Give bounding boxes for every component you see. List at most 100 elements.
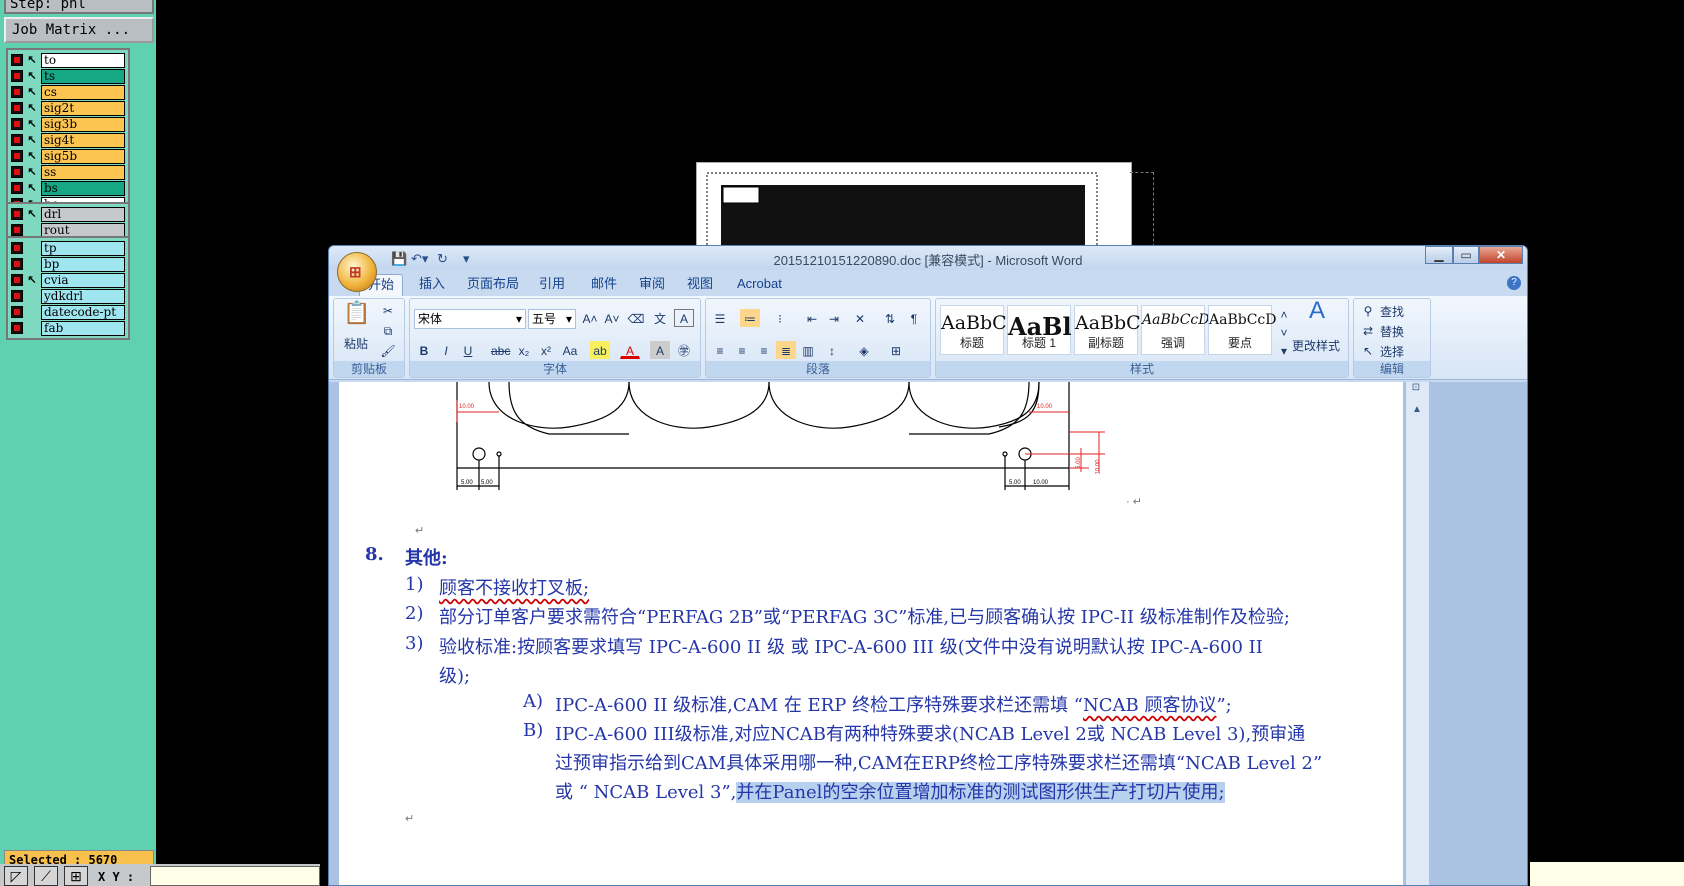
layer-row[interactable]: ydkdrl <box>11 288 125 304</box>
layer-toggle-icon[interactable] <box>11 86 23 98</box>
layer-affected-icon[interactable] <box>26 242 38 255</box>
layer-affected-icon[interactable]: ↖ <box>26 182 38 195</box>
layer-row[interactable]: bp <box>11 256 125 272</box>
layer-toggle-icon[interactable] <box>11 54 23 66</box>
help-icon[interactable]: ? <box>1507 276 1521 290</box>
layer-affected-icon[interactable]: ↖ <box>26 208 38 221</box>
distribute-icon[interactable]: ▥ <box>798 341 818 359</box>
layer-affected-icon[interactable]: ↖ <box>26 86 38 99</box>
change-styles-label[interactable]: 更改样式 <box>1292 337 1340 354</box>
layer-name[interactable]: to <box>41 52 125 68</box>
paste-icon[interactable]: 📋 <box>342 302 370 333</box>
numbering-icon[interactable]: ≔ <box>740 309 760 327</box>
ruler-toggle-icon[interactable]: ⊡ <box>1407 382 1425 398</box>
subscript-icon[interactable]: x₂ <box>514 341 534 359</box>
close-button[interactable]: ✕ <box>1479 246 1523 264</box>
layer-affected-icon[interactable]: ↖ <box>26 54 38 67</box>
increase-indent-icon[interactable]: ⇥ <box>824 309 844 327</box>
layer-row[interactable]: ↖ cs <box>11 84 125 100</box>
layer-row[interactable]: ↖ sig3b <box>11 116 125 132</box>
select-tool-icon[interactable]: ◸ <box>4 866 28 886</box>
shading-icon[interactable]: ◈ <box>854 341 874 359</box>
office-button[interactable]: ⊞ <box>337 252 377 292</box>
tab-4[interactable]: 邮件 <box>583 274 625 296</box>
layer-affected-icon[interactable] <box>26 290 38 303</box>
tab-2[interactable]: 页面布局 <box>459 274 527 296</box>
grid-tool-icon[interactable]: ⊞ <box>64 866 88 886</box>
layer-row[interactable]: ↖ bs <box>11 180 125 196</box>
tab-5[interactable]: 审阅 <box>631 274 673 296</box>
find-icon[interactable]: ⚲ <box>1358 301 1378 319</box>
justify-icon[interactable]: ≣ <box>776 341 796 359</box>
job-matrix-button[interactable]: Job Matrix ... <box>4 17 154 43</box>
asian-layout-icon[interactable]: ✕ <box>850 309 870 327</box>
layer-toggle-icon[interactable] <box>11 70 23 82</box>
layer-row[interactable]: ↖ ts <box>11 68 125 84</box>
style-option[interactable]: AaBbC 副标题 <box>1074 305 1141 355</box>
align-center-icon[interactable]: ≡ <box>732 341 752 359</box>
layer-toggle-icon[interactable] <box>11 224 23 236</box>
line-spacing-icon[interactable]: ↕ <box>822 341 842 359</box>
layer-toggle-icon[interactable] <box>11 166 23 178</box>
layer-affected-icon[interactable]: ↖ <box>26 166 38 179</box>
layer-toggle-icon[interactable] <box>11 134 23 146</box>
strikethrough-icon[interactable]: abc <box>490 341 510 359</box>
clear-format-icon[interactable]: ⌫ <box>626 309 646 327</box>
scroll-up-icon[interactable]: ▲ <box>1409 404 1425 418</box>
styles-scroll-up-icon[interactable]: ˄ <box>1278 305 1290 323</box>
style-option[interactable]: AaBl 标题 1 <box>1007 305 1072 355</box>
layer-toggle-icon[interactable] <box>11 306 23 318</box>
minimize-button[interactable]: ▁ <box>1425 246 1453 264</box>
zoom-tool-icon[interactable]: ⟋ <box>34 866 58 886</box>
shrink-font-icon[interactable]: A˅ <box>602 309 622 327</box>
layer-name[interactable]: sig5b <box>41 148 125 164</box>
style-option[interactable]: AaBbCcD 强调 <box>1141 305 1209 355</box>
tab-3[interactable]: 引用 <box>531 274 573 296</box>
layer-name[interactable]: sig2t <box>41 100 125 116</box>
layer-toggle-icon[interactable] <box>11 322 23 334</box>
bold-icon[interactable]: B <box>414 341 434 359</box>
tab-1[interactable]: 插入 <box>411 274 453 296</box>
layer-affected-icon[interactable]: ↖ <box>26 118 38 131</box>
layer-affected-icon[interactable]: ↖ <box>26 134 38 147</box>
layer-name[interactable]: cvia <box>41 272 125 288</box>
tab-6[interactable]: 视图 <box>679 274 721 296</box>
highlight-icon[interactable]: ab <box>590 341 610 359</box>
layer-toggle-icon[interactable] <box>11 274 23 286</box>
layer-affected-icon[interactable]: ↖ <box>26 150 38 163</box>
underline-icon[interactable]: U <box>458 341 478 359</box>
maximize-button[interactable]: ▭ <box>1453 246 1479 264</box>
layer-name[interactable]: cs <box>41 84 125 100</box>
phonetic-icon[interactable]: 文 <box>650 309 670 327</box>
layer-affected-icon[interactable] <box>26 322 38 335</box>
cut-icon[interactable]: ✂ <box>378 301 398 319</box>
layer-toggle-icon[interactable] <box>11 258 23 270</box>
styles-scroll-down-icon[interactable]: ˅ <box>1278 323 1290 341</box>
layer-affected-icon[interactable] <box>26 224 38 237</box>
font-color-icon[interactable]: A <box>620 341 640 359</box>
layer-name[interactable]: ss <box>41 164 125 180</box>
layer-row[interactable]: ↖ drl <box>11 206 125 222</box>
layer-toggle-icon[interactable] <box>11 242 23 254</box>
enclose-char-icon[interactable]: ㊫ <box>674 341 694 359</box>
layer-toggle-icon[interactable] <box>11 182 23 194</box>
layer-name[interactable]: sig4t <box>41 132 125 148</box>
bullets-icon[interactable]: ☰ <box>710 309 730 327</box>
char-shading-icon[interactable]: A <box>650 341 670 359</box>
tab-7[interactable]: Acrobat <box>729 274 790 296</box>
layer-name[interactable]: ydkdrl <box>41 288 125 304</box>
styles-more-icon[interactable]: ▾ <box>1278 341 1290 359</box>
layer-name[interactable]: sig3b <box>41 116 125 132</box>
layer-name[interactable]: ts <box>41 68 125 84</box>
select-button[interactable]: 选择 <box>1380 343 1404 360</box>
layer-row[interactable]: ↖ sig2t <box>11 100 125 116</box>
layer-name[interactable]: datecode-pt <box>41 304 125 320</box>
layer-row[interactable]: ↖ cvia <box>11 272 125 288</box>
layer-toggle-icon[interactable] <box>11 102 23 114</box>
layer-name[interactable]: fab <box>41 320 125 336</box>
italic-icon[interactable]: I <box>436 341 456 359</box>
layer-row[interactable]: ↖ to <box>11 52 125 68</box>
layer-affected-icon[interactable]: ↖ <box>26 70 38 83</box>
paste-label[interactable]: 粘贴 <box>344 335 368 352</box>
layer-row[interactable]: ↖ ss <box>11 164 125 180</box>
